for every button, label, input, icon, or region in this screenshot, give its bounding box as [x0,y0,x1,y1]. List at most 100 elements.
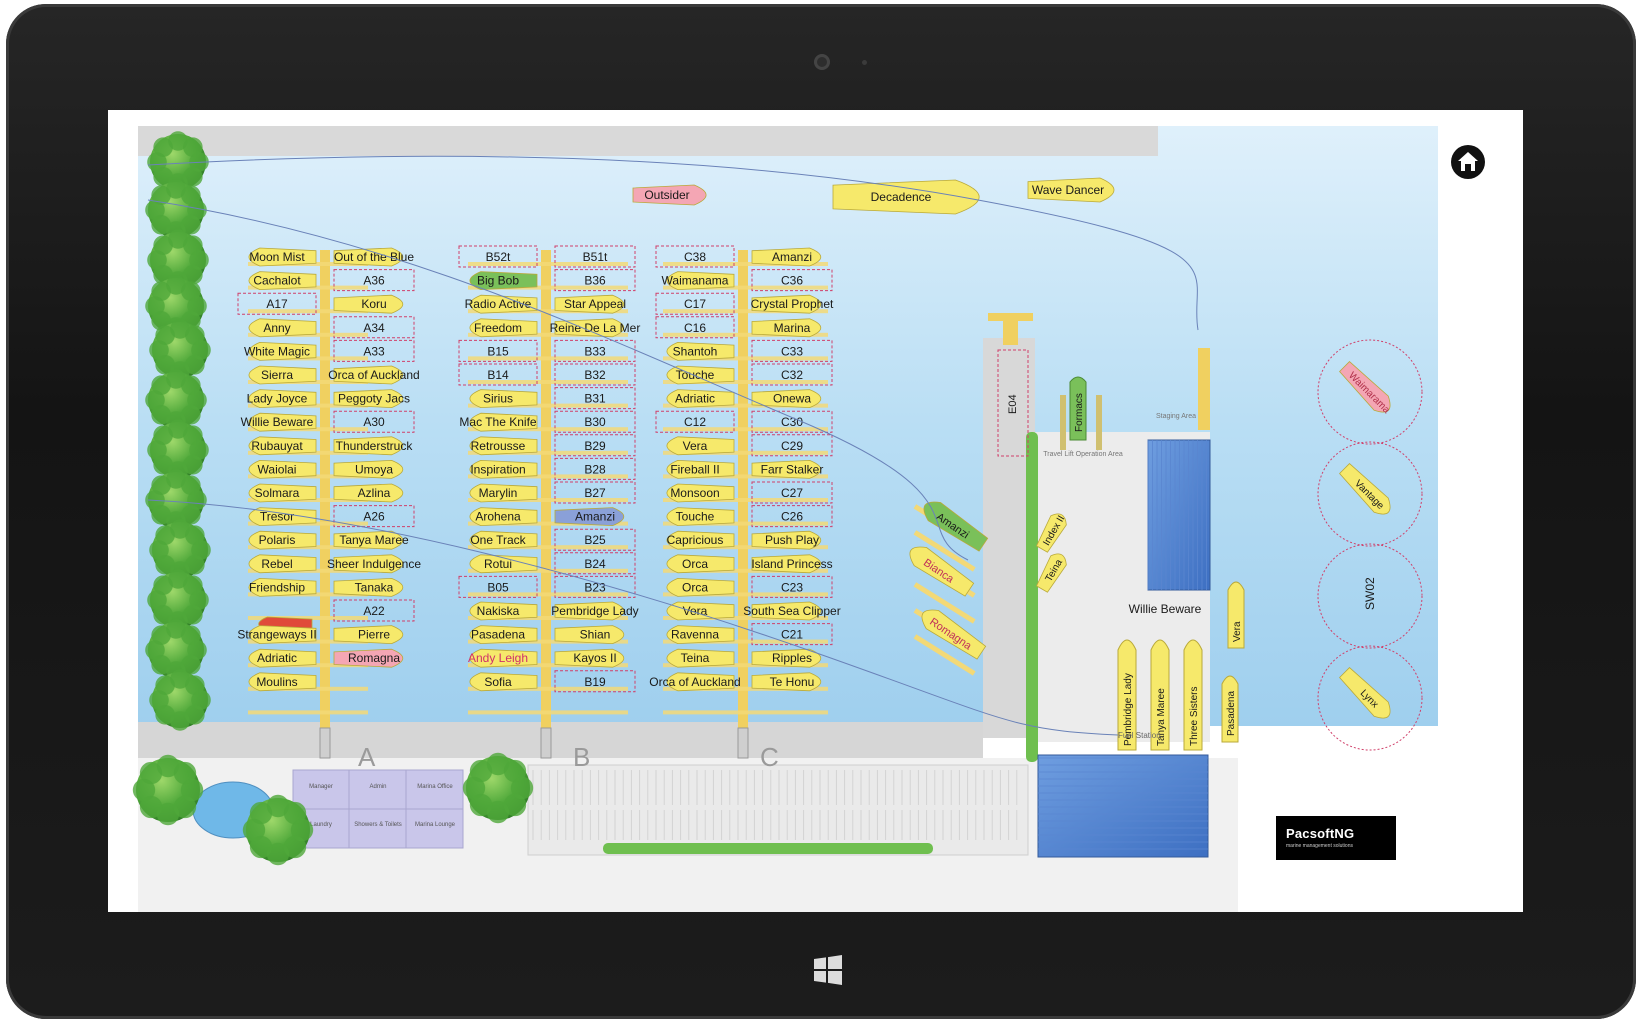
berth-thunderstruck[interactable]: Thunderstruck [333,436,413,456]
berth-capricious[interactable]: Capricious [666,530,735,550]
tree [132,754,204,826]
berth-pasadena[interactable]: Pasadena [469,625,538,645]
berth-orca[interactable]: Orca [666,577,735,597]
boat-outsider[interactable]: Outsider [632,184,707,206]
berth-solmara[interactable]: Solmara [248,483,317,503]
berth-mac-the-knife[interactable]: Mac The Knife [459,412,538,432]
berth-sirius[interactable]: Sirius [469,389,538,409]
home-button[interactable] [1451,145,1485,179]
berth-peggoty-jacs[interactable]: Peggoty Jacs [333,389,410,409]
berth-amanzi[interactable]: Amanzi [554,507,625,527]
berth-andy-leigh[interactable]: Andy Leigh [468,648,538,668]
berth-friendship[interactable]: Friendship [248,577,317,597]
berth-adriatic[interactable]: Adriatic [666,389,735,409]
berth-push-play[interactable]: Push Play [751,530,822,550]
berth-teina[interactable]: Teina [666,648,735,668]
berth-orca-of-auckland[interactable]: Orca of Auckland [649,672,741,692]
berth-koru[interactable]: Koru [333,294,404,314]
boat-vera-hardstand[interactable]: Vera [1227,581,1245,649]
berth-rubauyat[interactable]: Rubauyat [248,436,317,456]
boat-name-label: B24 [584,557,606,571]
berth-polaris[interactable]: Polaris [248,530,317,550]
berth-touche[interactable]: Touche [666,365,735,385]
berth-cachalot[interactable]: Cachalot [248,271,317,291]
berth-sofia[interactable]: Sofia [469,672,538,692]
berth-big-bob[interactable]: Big Bob [469,271,538,291]
berth-ripples[interactable]: Ripples [751,648,822,668]
berth-shian[interactable]: Shian [554,625,625,645]
willie-beware-hardstand[interactable]: Willie Beware [1129,602,1202,616]
berth-fireball-ii[interactable]: Fireball II [666,459,735,479]
berth-te-honu[interactable]: Te Honu [751,672,822,692]
berth-nakiska[interactable]: Nakiska [469,601,538,621]
boat-name-label: B25 [584,533,606,547]
berth-vera[interactable]: Vera [666,436,735,456]
berth-out-of-the-blue[interactable]: Out of the Blue [333,247,414,267]
berth-waiolai[interactable]: Waiolai [248,459,317,479]
berth-sierra[interactable]: Sierra [248,365,317,385]
berth-orca-of-auckland[interactable]: Orca of Auckland [328,365,420,385]
berth-moon-mist[interactable]: Moon Mist [248,247,317,267]
berth-marylin[interactable]: Marylin [469,483,538,503]
boat-name-label: B28 [584,462,606,476]
berth-monsoon[interactable]: Monsoon [666,483,735,503]
berth-lady-joyce[interactable]: Lady Joyce [247,389,317,409]
berth-rebel[interactable]: Rebel [248,554,317,574]
facility-3: Laundry [310,822,332,828]
boat-name-label: A17 [266,297,288,311]
boat-vertical-2[interactable]: Three Sisters [1183,639,1203,751]
berth-shantoh[interactable]: Shantoh [666,341,735,361]
boat-name-label: Willie Beware [241,415,314,429]
boat-formacs[interactable]: Formacs [1069,376,1087,441]
berth-arohena[interactable]: Arohena [469,507,538,527]
berth-adriatic[interactable]: Adriatic [248,648,317,668]
boat-name-label: Nakiska [477,604,520,618]
berth-one-track[interactable]: One Track [469,530,538,550]
berth-crystal-prophet[interactable]: Crystal Prophet [751,294,834,314]
berth-vera[interactable]: Vera [666,601,735,621]
berth-amanzi[interactable]: Amanzi [751,247,822,267]
berth-touche[interactable]: Touche [666,507,735,527]
windows-logo-icon[interactable] [812,954,844,986]
boat-wave-dancer[interactable]: Wave Dancer [1027,177,1115,203]
berth-radio-active[interactable]: Radio Active [465,294,538,314]
boat-name-label: Island Princess [751,557,832,571]
berth-white-magic[interactable]: White Magic [244,341,317,361]
berth-inspiration[interactable]: Inspiration [469,459,538,479]
boat-name-label: Orca [682,557,708,571]
gangway-a [319,727,331,759]
boat-name-label: Inspiration [470,462,525,476]
berth-moulins[interactable]: Moulins [248,672,317,692]
e04-pier-head [988,313,1033,321]
berth-reine-de-la-mer[interactable]: Reine De La Mer [550,318,641,338]
berth-waimanama[interactable]: Waimanama [662,271,735,291]
berth-south-sea-clipper[interactable]: South Sea Clipper [743,601,841,621]
berth-marina[interactable]: Marina [751,318,822,338]
berth-pembridge-lady[interactable]: Pembridge Lady [551,601,639,621]
boat-decadence[interactable]: Decadence [832,179,980,215]
svg-text:SW02: SW02 [1363,577,1377,610]
berth-strangeways-ii[interactable]: Strangeways II [237,625,317,645]
berth-orca[interactable]: Orca [666,554,735,574]
boat-pasadena-hardstand[interactable]: Pasadena [1221,675,1239,743]
berth-island-princess[interactable]: Island Princess [751,554,833,574]
berth-pierre[interactable]: Pierre [333,625,404,645]
berth-willie-beware[interactable]: Willie Beware [241,412,317,432]
berth-romagna[interactable]: Romagna [333,648,404,668]
svg-text:Pasadena: Pasadena [1226,691,1237,736]
berth-tanaka[interactable]: Tanaka [333,577,404,597]
berth-retrousse[interactable]: Retrousse [469,436,538,456]
boat-name-label: B51t [583,250,608,264]
boat-name-label: South Sea Clipper [743,604,840,618]
berth-azlina[interactable]: Azlina [333,483,404,503]
berth-anny[interactable]: Anny [248,318,317,338]
berth-farr-stalker[interactable]: Farr Stalker [751,459,823,479]
berth-ravenna[interactable]: Ravenna [666,625,735,645]
berth-umoya[interactable]: Umoya [333,459,404,479]
boat-name-label: Azlina [358,486,391,500]
boat-name-label: Tanya Maree [339,533,409,547]
berth-kayos-ii[interactable]: Kayos II [554,648,625,668]
berth-star-appeal[interactable]: Star Appeal [554,294,626,314]
berth-sheer-indulgence[interactable]: Sheer Indulgence [327,554,421,574]
berth-freedom[interactable]: Freedom [469,318,538,338]
